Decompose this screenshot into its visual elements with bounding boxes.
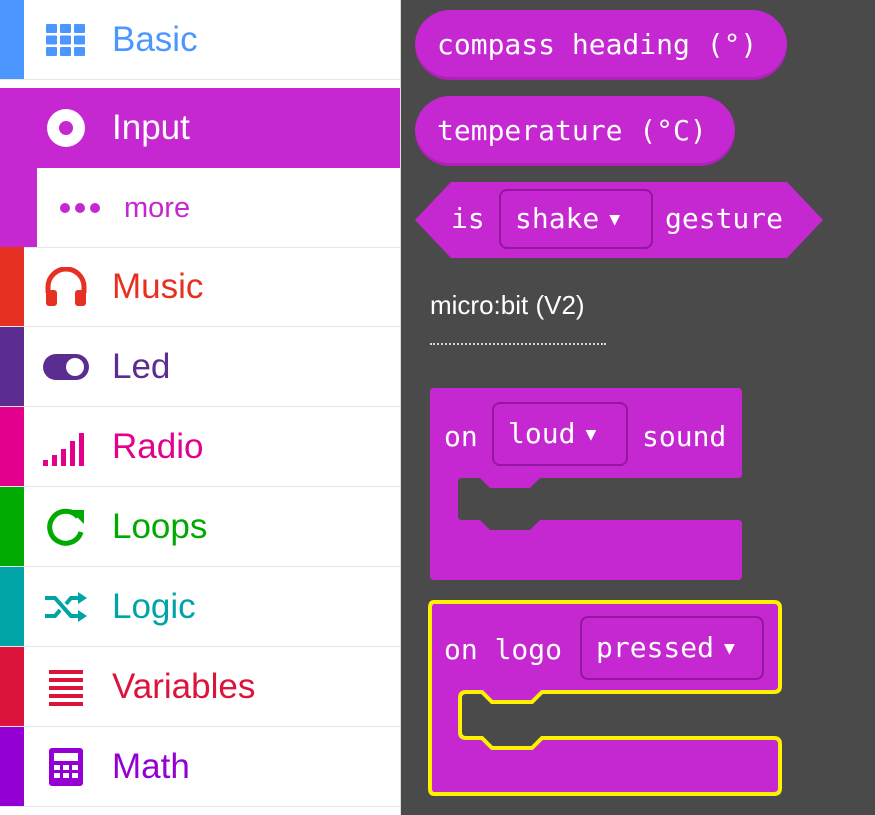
category-stripe xyxy=(0,647,24,726)
grid-icon xyxy=(40,20,92,60)
category-stripe xyxy=(0,567,24,646)
category-stripe xyxy=(0,487,24,566)
category-stripe xyxy=(0,407,24,486)
category-stripe xyxy=(0,727,24,806)
category-label: Led xyxy=(112,347,171,386)
block-label: compass heading (°) xyxy=(437,28,758,61)
category-label: Loops xyxy=(112,507,208,546)
on-sound-event-block[interactable]: on loud ▼ sound xyxy=(430,388,744,582)
temperature-block[interactable]: temperature (°C) xyxy=(415,96,735,166)
category-loops[interactable]: Loops xyxy=(0,487,400,567)
category-label: Variables xyxy=(112,667,256,706)
sound-dropdown[interactable]: loud ▼ xyxy=(492,402,628,466)
block-label: on logo xyxy=(444,633,563,666)
section-divider xyxy=(430,343,606,345)
category-label: Input xyxy=(112,108,190,147)
signal-bars-icon xyxy=(40,427,92,467)
category-label: Logic xyxy=(112,587,196,626)
dropdown-value: shake xyxy=(515,202,600,235)
toolbox-sidebar: Basic Input more Music Led Radio Loops L… xyxy=(0,0,401,815)
block-label: temperature (°C) xyxy=(437,114,707,147)
category-radio[interactable]: Radio xyxy=(0,407,400,487)
section-title: micro:bit (V2) xyxy=(430,290,585,320)
shuffle-icon xyxy=(40,587,92,627)
toggle-icon xyxy=(40,347,92,387)
block-label: gesture xyxy=(665,202,784,235)
logo-dropdown[interactable]: pressed ▼ xyxy=(580,616,764,680)
category-variables[interactable]: Variables xyxy=(0,647,400,727)
category-stripe xyxy=(0,0,24,79)
on-logo-pressed-block[interactable]: on logo pressed ▼ xyxy=(426,598,786,800)
category-input[interactable]: Input xyxy=(0,88,400,168)
category-led[interactable]: Led xyxy=(0,327,400,407)
category-basic[interactable]: Basic xyxy=(0,0,400,80)
category-stripe xyxy=(0,327,24,406)
block-label: on xyxy=(444,420,478,453)
category-logic[interactable]: Logic xyxy=(0,567,400,647)
block-label: sound xyxy=(642,420,727,453)
compass-heading-block[interactable]: compass heading (°) xyxy=(415,10,787,80)
category-stripe xyxy=(0,247,24,326)
category-music[interactable]: Music xyxy=(0,247,400,327)
category-label: more xyxy=(124,192,191,224)
gesture-dropdown[interactable]: shake ▼ xyxy=(499,189,653,249)
refresh-icon xyxy=(40,507,92,547)
dropdown-value: loud xyxy=(508,417,576,450)
chevron-down-icon: ▼ xyxy=(609,209,621,230)
list-lines-icon xyxy=(40,667,92,707)
is-gesture-block[interactable]: is shake ▼ gesture xyxy=(415,180,823,260)
headphones-icon xyxy=(40,267,92,307)
category-stripe xyxy=(0,168,37,247)
ellipsis-icon xyxy=(40,188,120,228)
chevron-down-icon: ▼ xyxy=(585,424,597,445)
category-label: Basic xyxy=(112,20,198,59)
category-input-more[interactable]: more xyxy=(0,168,400,248)
block-label: is xyxy=(451,202,485,235)
chevron-down-icon: ▼ xyxy=(724,638,735,659)
category-label: Music xyxy=(112,267,204,306)
target-icon xyxy=(40,108,92,148)
category-label: Math xyxy=(112,747,190,786)
calculator-icon xyxy=(40,747,92,787)
category-label: Radio xyxy=(112,427,204,466)
dropdown-value: pressed xyxy=(596,631,715,664)
category-math[interactable]: Math xyxy=(0,727,400,807)
